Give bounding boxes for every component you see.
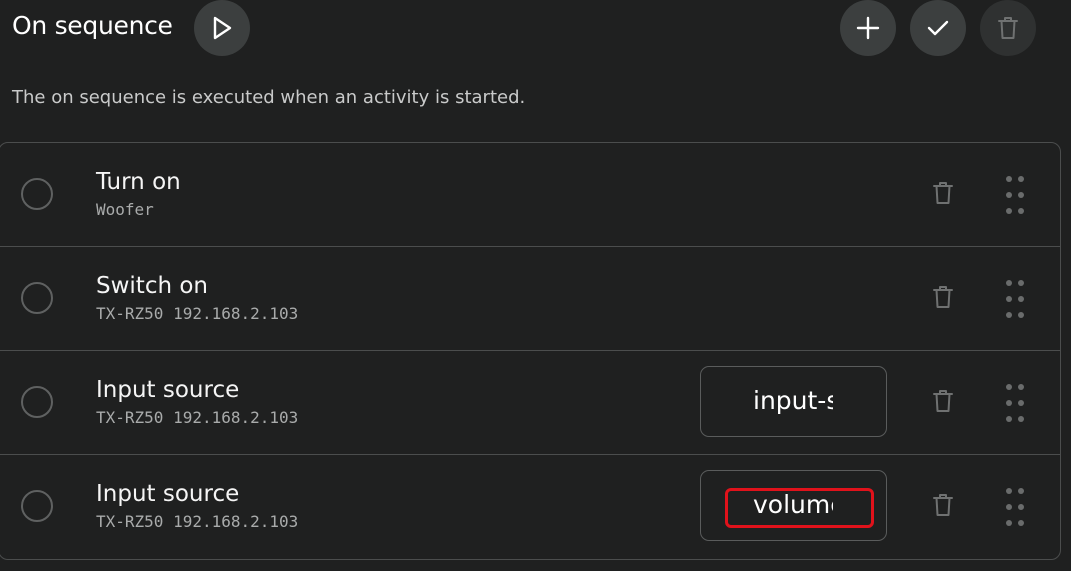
step-title: Input source	[96, 481, 240, 507]
step-select-radio[interactable]	[21, 490, 53, 522]
delete-step-button[interactable]	[932, 492, 954, 522]
step-parameter-field[interactable]: input-s	[700, 366, 887, 437]
step-parameter-field[interactable]: volume	[700, 470, 887, 541]
step-title: Switch on	[96, 273, 209, 299]
sequence-description: The on sequence is executed when an acti…	[12, 87, 526, 108]
trash-icon	[933, 390, 953, 412]
step-select-radio[interactable]	[21, 178, 53, 210]
step-row-input-source-volume[interactable]: Input source TX-RZ50 192.168.2.103 volum…	[0, 455, 1060, 559]
sequence-editor: On sequence The on sequence is executed …	[0, 0, 1071, 571]
delete-step-button[interactable]	[932, 388, 954, 418]
step-device: TX-RZ50 192.168.2.103	[96, 512, 299, 531]
confirm-button[interactable]	[910, 0, 966, 56]
drag-handle-icon[interactable]	[1006, 280, 1024, 320]
step-row-switch-on[interactable]: Switch on TX-RZ50 192.168.2.103	[0, 247, 1060, 351]
check-icon	[927, 20, 949, 36]
plus-icon	[856, 16, 880, 40]
step-row-input-source[interactable]: Input source TX-RZ50 192.168.2.103 input…	[0, 351, 1060, 455]
delete-step-button[interactable]	[932, 180, 954, 210]
step-list: Turn on Woofer Switch on TX-RZ50 192.168…	[0, 142, 1061, 560]
step-title: Turn on	[96, 169, 181, 195]
highlight-box	[725, 488, 874, 528]
drag-handle-icon[interactable]	[1006, 384, 1024, 424]
step-device: TX-RZ50 192.168.2.103	[96, 408, 299, 427]
drag-handle-icon[interactable]	[1006, 488, 1024, 528]
step-select-radio[interactable]	[21, 386, 53, 418]
step-device: Woofer	[96, 200, 154, 219]
delete-sequence-button[interactable]	[980, 0, 1036, 56]
drag-handle-icon[interactable]	[1006, 176, 1024, 216]
delete-step-button[interactable]	[932, 284, 954, 314]
trash-icon	[998, 17, 1018, 39]
step-select-radio[interactable]	[21, 282, 53, 314]
trash-icon	[933, 286, 953, 308]
trash-icon	[933, 182, 953, 204]
play-icon	[213, 16, 232, 40]
step-title: Input source	[96, 377, 240, 403]
add-step-button[interactable]	[840, 0, 896, 56]
step-parameter-value: input-s	[753, 386, 833, 415]
play-button[interactable]	[194, 0, 250, 56]
trash-icon	[933, 494, 953, 516]
step-device: TX-RZ50 192.168.2.103	[96, 304, 299, 323]
page-title: On sequence	[12, 11, 173, 40]
step-row-turn-on[interactable]: Turn on Woofer	[0, 143, 1060, 247]
